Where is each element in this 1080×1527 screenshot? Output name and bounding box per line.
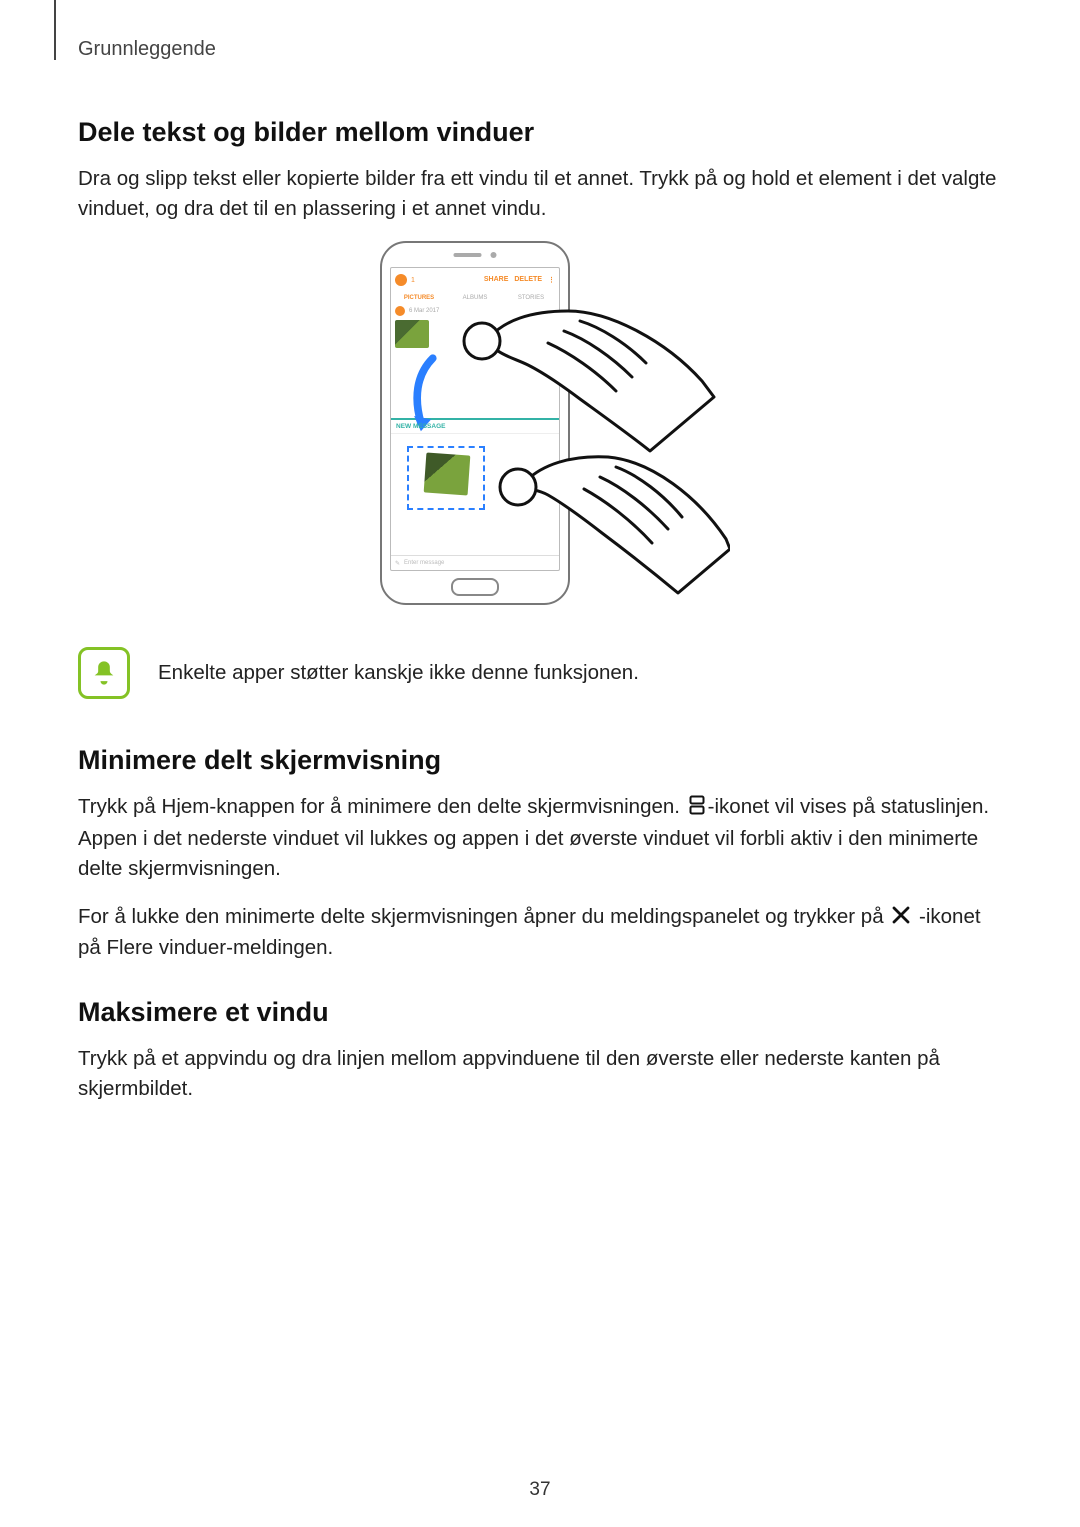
figure-bottom-app: NEW MESSAGE ✎ Enter message — [391, 420, 559, 570]
figure-drag-drop: 1 SHARE DELETE ⋮ PICTURES ALBUMS STORIES — [78, 241, 1002, 611]
para-minimize-split-2: For å lukke den minimerte delte skjermvi… — [78, 902, 1002, 963]
note-bell-icon — [78, 647, 130, 699]
heading-minimize-split: Minimere delt skjermvisning — [78, 745, 1002, 776]
para-minimize-split-1a: Trykk på Hjem-knappen for å minimere den… — [78, 795, 686, 818]
more-icon: ⋮ — [548, 276, 555, 284]
figure-input-placeholder: Enter message — [404, 560, 444, 566]
split-screen-status-icon — [688, 794, 706, 824]
figure-tab-албums: ALBUMS — [447, 295, 503, 301]
note-text: Enkelte apper støtter kanskje ikke denne… — [158, 661, 639, 685]
figure-source-thumbnail — [395, 320, 429, 348]
figure-home-button — [451, 578, 499, 596]
para-share-between-windows: Dra og slipp tekst eller kopierte bilder… — [78, 164, 1002, 223]
figure-top-app: 1 SHARE DELETE ⋮ PICTURES ALBUMS STORIES — [391, 268, 559, 420]
heading-share-between-windows: Dele tekst og bilder mellom vinduer — [78, 117, 1002, 148]
para-maximize-window: Trykk på et appvindu og dra linjen mello… — [78, 1044, 1002, 1103]
pencil-icon: ✎ — [395, 560, 400, 567]
heading-maximize-window: Maksimere et vindu — [78, 997, 1002, 1028]
figure-tab-stories: STORIES — [503, 295, 559, 301]
figure-topbar-share: SHARE — [484, 276, 509, 284]
figure-msg-date: 6 Mar 2017 — [409, 308, 439, 314]
figure-new-message-label: NEW MESSAGE — [391, 420, 559, 434]
header-side-rule — [54, 0, 56, 60]
page-number: 37 — [0, 1479, 1080, 1501]
figure-topbar-count: 1 — [411, 277, 415, 284]
chapter-label: Grunnleggende — [78, 38, 1002, 61]
figure-topbar-delete: DELETE — [514, 276, 542, 284]
close-x-icon — [891, 904, 911, 934]
para-minimize-split-1: Trykk på Hjem-knappen for å minimere den… — [78, 792, 1002, 883]
figure-tab-pictures: PICTURES — [391, 295, 447, 301]
para-minimize-split-2a: For å lukke den minimerte delte skjermvi… — [78, 905, 889, 928]
figure-dropped-thumbnail — [424, 453, 471, 496]
